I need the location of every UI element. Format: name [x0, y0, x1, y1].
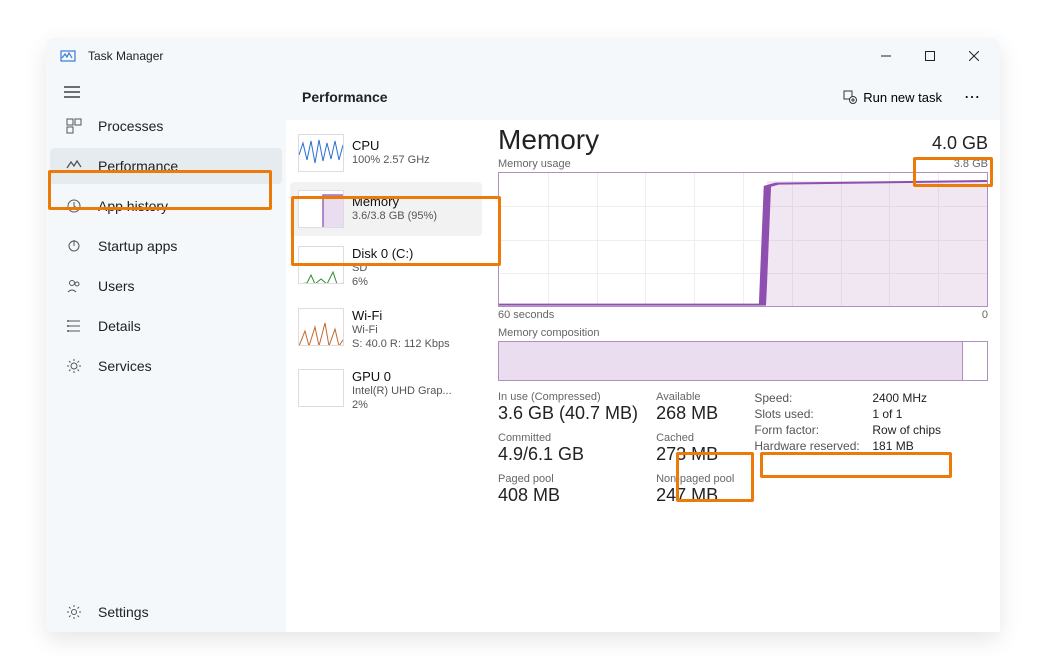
more-button[interactable]: ⋯ — [956, 83, 988, 111]
nonpaged-label: Non-paged pool — [656, 473, 734, 485]
run-task-label: Run new task — [863, 90, 942, 105]
paged-value: 408 MB — [498, 485, 638, 506]
sidebar-item-label: App history — [98, 198, 168, 214]
gear-icon — [64, 604, 84, 620]
committed-value: 4.9/6.1 GB — [498, 444, 638, 465]
sidebar: Processes Performance App history Startu… — [46, 74, 286, 632]
spec-value: 1 of 1 — [872, 407, 902, 421]
performance-icon — [64, 158, 84, 174]
gpu-thumb — [298, 369, 344, 407]
detail-title: Memory — [498, 124, 599, 156]
perf-item-wifi[interactable]: Wi-Fi Wi-Fi S: 40.0 R: 112 Kbps — [290, 300, 482, 360]
memory-usage-chart — [498, 172, 988, 307]
processes-icon — [64, 118, 84, 134]
hamburger-button[interactable] — [46, 78, 286, 106]
sidebar-item-processes[interactable]: Processes — [50, 108, 282, 144]
perf-item-name: Wi-Fi — [352, 308, 450, 323]
cached-value: 273 MB — [656, 444, 734, 465]
disk-thumb — [298, 246, 344, 284]
perf-item-gpu[interactable]: GPU 0 Intel(R) UHD Grap... 2% — [290, 361, 482, 421]
detail-panel: Memory 4.0 GB Memory usage 3.8 GB — [486, 120, 1000, 632]
spec-value: 2400 MHz — [872, 391, 927, 405]
usage-max: 3.8 GB — [954, 158, 988, 170]
axis-right: 0 — [982, 309, 988, 321]
app-window: Task Manager Processes Performance App h… — [46, 38, 1000, 632]
nonpaged-value: 247 MB — [656, 485, 734, 506]
perf-item-memory[interactable]: Memory 3.6/3.8 GB (95%) — [290, 182, 482, 236]
main-panel: Performance Run new task ⋯ CPU 100% 2.57… — [286, 74, 1000, 632]
sidebar-item-app-history[interactable]: App history — [50, 188, 282, 224]
spec-key: Form factor: — [754, 423, 872, 437]
spec-key: Hardware reserved: — [754, 439, 872, 453]
app-icon — [60, 48, 76, 64]
perf-item-sub: 3.6/3.8 GB (95%) — [352, 209, 437, 223]
perf-item-name: CPU — [352, 138, 430, 153]
close-button[interactable] — [952, 41, 996, 71]
details-icon — [64, 318, 84, 334]
window-title: Task Manager — [88, 49, 163, 63]
maximize-button[interactable] — [908, 41, 952, 71]
perf-item-cpu[interactable]: CPU 100% 2.57 GHz — [290, 126, 482, 180]
sidebar-item-label: Settings — [98, 604, 149, 620]
spec-key: Speed: — [754, 391, 872, 405]
cached-label: Cached — [656, 432, 734, 444]
paged-label: Paged pool — [498, 473, 638, 485]
run-new-task-button[interactable]: Run new task — [835, 86, 950, 109]
sidebar-item-settings[interactable]: Settings — [50, 594, 282, 630]
cpu-thumb — [298, 134, 344, 172]
services-icon — [64, 358, 84, 374]
sidebar-item-label: Startup apps — [98, 238, 177, 254]
sidebar-item-services[interactable]: Services — [50, 348, 282, 384]
sidebar-item-label: Services — [98, 358, 152, 374]
sidebar-item-label: Processes — [98, 118, 163, 134]
sidebar-item-details[interactable]: Details — [50, 308, 282, 344]
spec-value: Row of chips — [872, 423, 941, 437]
run-task-icon — [843, 90, 857, 104]
axis-left: 60 seconds — [498, 309, 554, 321]
memory-composition-bar — [498, 341, 988, 381]
performance-list: CPU 100% 2.57 GHz Memory 3.6/3.8 GB (95%… — [286, 120, 486, 632]
minimize-button[interactable] — [864, 41, 908, 71]
available-label: Available — [656, 391, 734, 403]
history-icon — [64, 198, 84, 214]
composition-label: Memory composition — [498, 327, 988, 339]
perf-item-sub: SD — [352, 261, 413, 275]
committed-label: Committed — [498, 432, 638, 444]
perf-item-sub: Intel(R) UHD Grap... — [352, 384, 452, 398]
perf-item-sub2: 2% — [352, 398, 452, 412]
main-header: Performance Run new task ⋯ — [286, 74, 1000, 120]
sidebar-item-label: Details — [98, 318, 141, 334]
spec-key: Slots used: — [754, 407, 872, 421]
available-value: 268 MB — [656, 403, 734, 424]
sidebar-item-label: Users — [98, 278, 135, 294]
perf-item-name: Memory — [352, 194, 437, 209]
memory-total: 4.0 GB — [932, 133, 988, 154]
sidebar-item-startup-apps[interactable]: Startup apps — [50, 228, 282, 264]
titlebar: Task Manager — [46, 38, 1000, 74]
sidebar-item-label: Performance — [98, 158, 178, 174]
perf-item-sub: 100% 2.57 GHz — [352, 153, 430, 167]
page-title: Performance — [302, 89, 388, 105]
startup-icon — [64, 238, 84, 254]
spec-table: Speed:2400 MHz Slots used:1 of 1 Form fa… — [754, 391, 941, 506]
memory-thumb — [298, 190, 344, 228]
spec-value: 181 MB — [872, 439, 913, 453]
perf-item-sub2: S: 40.0 R: 112 Kbps — [352, 337, 450, 351]
perf-item-sub: Wi-Fi — [352, 323, 450, 337]
perf-item-disk[interactable]: Disk 0 (C:) SD 6% — [290, 238, 482, 298]
sidebar-item-performance[interactable]: Performance — [50, 148, 282, 184]
perf-item-sub2: 6% — [352, 275, 413, 289]
sidebar-item-users[interactable]: Users — [50, 268, 282, 304]
usage-label: Memory usage — [498, 158, 571, 170]
wifi-thumb — [298, 308, 344, 346]
inuse-label: In use (Compressed) — [498, 391, 638, 403]
perf-item-name: GPU 0 — [352, 369, 452, 384]
inuse-value: 3.6 GB (40.7 MB) — [498, 403, 638, 424]
perf-item-name: Disk 0 (C:) — [352, 246, 413, 261]
users-icon — [64, 278, 84, 294]
